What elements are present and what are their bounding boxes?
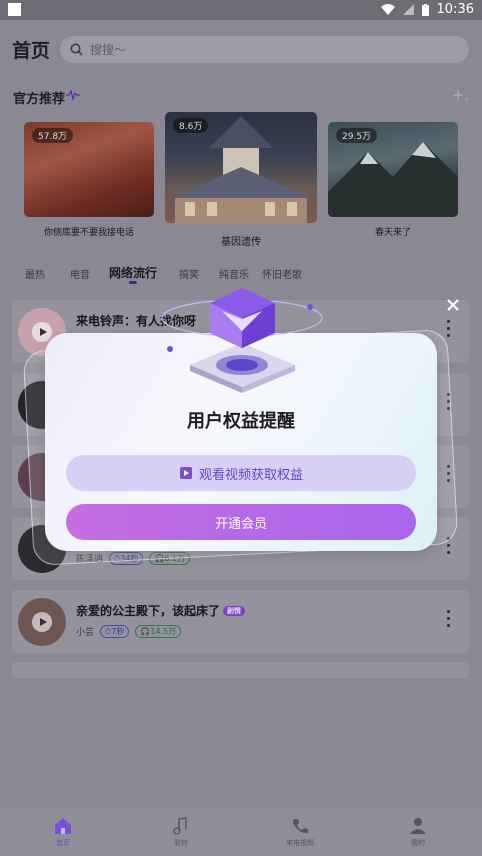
status-bar: 10:36 [0,0,482,20]
plays-badge: 🎧14.5万 [135,625,182,638]
open-vip-label: 开通会员 [214,516,267,532]
signal-icon [402,4,414,15]
music-note-icon [173,817,187,835]
watch-video-button[interactable]: 观看视频获取权益 [66,455,416,491]
open-vip-button[interactable]: 开通会员 [66,504,416,540]
nav-home[interactable]: 首页 [33,816,93,848]
featured-caption-2: 基因遗传 [221,237,261,248]
page-title: 首页 [12,40,51,62]
tab-electronic[interactable]: 电音 [70,266,90,281]
tab-hot[interactable]: 最热 [25,266,45,281]
wifi-icon [380,4,395,15]
home-icon [55,818,71,834]
featured-card-3[interactable]: 29.5万 [328,122,458,217]
more-options-icon[interactable] [447,320,451,341]
wave-icon [66,90,80,100]
nav-call-video[interactable]: 来电视频 [270,816,330,848]
song-cover [18,598,66,646]
song-title: 亲爱的公主殿下，该起床了 剧情 [76,602,246,619]
list-item[interactable]: 亲爱的公主殿下，该起床了 剧情 小芸 ⏱7秒 🎧14.5万 [12,590,469,653]
status-time: 10:36 [436,2,474,17]
featured-card-2[interactable]: 8.6万 [165,112,317,223]
genre-tag: 剧情 [223,606,246,616]
tab-pure-music[interactable]: 纯音乐 [219,266,249,281]
nav-profile[interactable]: 我的 [388,816,448,848]
dialog-title: 用户权益提醒 [187,411,295,432]
tab-internet-popular[interactable]: 网络流行 [109,264,157,281]
play-icon[interactable] [32,322,52,342]
nav-ringtone[interactable]: 彩铃 [151,816,211,848]
featured-caption-1: 你侧底要不要我接电话 [43,228,134,238]
list-item[interactable] [12,662,469,678]
user-icon [410,818,426,834]
battery-icon [421,3,429,16]
song-author: 小芸 [76,628,95,638]
tab-oldies[interactable]: 怀旧老歌 [262,266,302,281]
close-icon[interactable] [444,296,462,314]
song-meta: 小芸 ⏱7秒 🎧14.5万 [76,625,182,638]
featured-card-1[interactable]: 57.8万 [24,122,154,217]
more-icon[interactable]: +. [452,86,469,104]
tab-indicator [129,281,137,284]
featured-caption-3: 春天来了 [374,228,411,238]
bottom-nav: 首页 彩铃 来电视频 我的 [0,808,482,856]
play-count-badge: 57.8万 [32,128,74,143]
notification-icon [8,3,21,16]
featured-title: 官方推荐 [13,92,66,107]
play-count-badge: 29.5万 [336,128,378,143]
vip-cube-illustration [161,288,323,393]
search-placeholder: 搜搜～ [90,43,127,57]
video-play-icon [179,467,192,479]
watch-video-label: 观看视频获取权益 [198,467,303,483]
duration-badge: ⏱7秒 [100,625,130,638]
search-icon [70,43,83,56]
search-input[interactable]: 搜搜～ [60,36,469,63]
play-count-badge: 8.6万 [173,118,209,133]
phone-icon [293,819,308,834]
tab-funny[interactable]: 搞笑 [179,266,199,281]
play-icon[interactable] [32,612,52,632]
more-options-icon[interactable] [447,610,451,631]
